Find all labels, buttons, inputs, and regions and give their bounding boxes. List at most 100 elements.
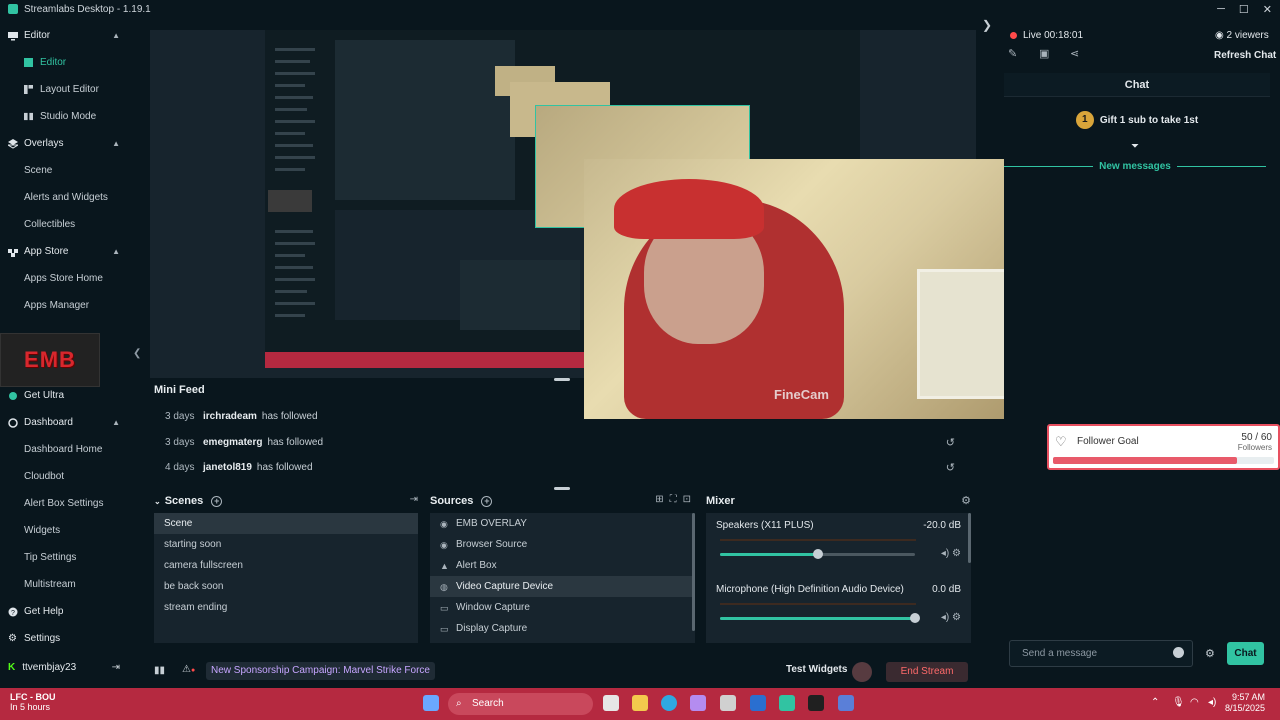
sidebar-section-overlays[interactable]: Overlays ▲ — [0, 130, 130, 157]
sidebar-section-dashboard[interactable]: Dashboard ▲ — [0, 409, 130, 436]
logout-icon[interactable]: ⇥ — [112, 662, 120, 673]
store-app-icon[interactable] — [720, 695, 736, 711]
source-item[interactable]: ▭ Display Capture — [430, 618, 695, 639]
sidebar-item-studio-mode[interactable]: Studio Mode — [0, 103, 130, 130]
taskbar-clock[interactable]: 9:57 AM 8/15/2025 — [1225, 692, 1265, 714]
sidebar-item-cloudbot[interactable]: Cloudbot — [0, 463, 130, 490]
sidebar-item-layout-editor[interactable]: Layout Editor — [0, 76, 130, 103]
chevron-up-icon[interactable]: ▲ — [112, 247, 120, 256]
source-item[interactable]: ▲ Alert Box — [430, 555, 695, 576]
chat-message-input[interactable]: Send a message — [1009, 640, 1193, 667]
sidebar-item-apps-store-home[interactable]: Apps Store Home — [0, 265, 130, 292]
sponsorship-banner[interactable]: New Sponsorship Campaign: Marvel Strike … — [206, 662, 435, 680]
follower-progress-fill — [1053, 457, 1238, 464]
group-icon[interactable]: ⛶ — [670, 494, 677, 505]
chevron-right-icon[interactable]: ❯ — [982, 18, 992, 32]
sidebar-item-apps-manager[interactable]: Apps Manager — [0, 292, 130, 319]
scene-item[interactable]: stream ending — [154, 597, 418, 618]
expand-icon[interactable]: ⏷ — [1131, 141, 1139, 152]
gift-sub-banner[interactable]: 1 Gift 1 sub to take 1st — [1004, 104, 1270, 136]
close-button[interactable]: ✕ — [1263, 3, 1272, 16]
gear-icon[interactable]: ⚙ — [952, 612, 961, 623]
windows-start-icon[interactable] — [423, 695, 439, 711]
scene-item[interactable]: be back soon — [154, 576, 418, 597]
volume-slider-speakers[interactable] — [720, 549, 915, 559]
sidebar-item-alert-box-settings[interactable]: Alert Box Settings — [0, 490, 130, 517]
sidebar-item-collectibles[interactable]: Collectibles — [0, 211, 130, 238]
task-view-icon[interactable] — [603, 695, 619, 711]
stats-icon[interactable]: ▮▮ — [154, 665, 165, 676]
drag-handle[interactable] — [554, 487, 570, 490]
scene-item[interactable]: starting soon — [154, 534, 418, 555]
file-explorer-icon[interactable] — [632, 695, 648, 711]
gear-icon[interactable]: ⚙ — [952, 548, 961, 559]
chevron-up-icon[interactable]: ▲ — [112, 31, 120, 40]
speaker-icon[interactable]: ◂) — [941, 612, 949, 623]
add-source-button[interactable]: + — [481, 495, 493, 507]
sidebar-section-get-ultra[interactable]: Get Ultra — [0, 382, 130, 409]
outlook-icon[interactable] — [750, 695, 766, 711]
speaker-icon[interactable]: ◂) — [941, 548, 949, 559]
source-item[interactable]: ◉ EMB OVERLAY — [430, 513, 695, 534]
edit-icon[interactable]: ✎ — [1008, 47, 1017, 60]
minimize-button[interactable]: ─ — [1217, 3, 1225, 15]
add-scene-button[interactable]: + — [211, 495, 223, 507]
scene-item[interactable]: camera fullscreen — [154, 555, 418, 576]
copilot-icon[interactable] — [690, 695, 706, 711]
chevron-left-icon[interactable]: ❮ — [133, 348, 141, 359]
news-widget[interactable]: LFC - BOU In 5 hours — [10, 692, 56, 712]
taskbar-search[interactable]: ⌕ Search — [448, 693, 593, 715]
edge-icon[interactable] — [661, 695, 677, 711]
follower-count: 50 / 60 — [1241, 432, 1272, 443]
window-title: Streamlabs Desktop - 1.19.1 — [24, 3, 151, 15]
sidebar-item-editor[interactable]: Editor — [0, 49, 130, 76]
tray-chevron-icon[interactable]: ⌃ — [1151, 697, 1159, 708]
source-item[interactable]: ◍ Video Capture Device — [430, 576, 695, 597]
sidebar-item-multistream[interactable]: Multistream — [0, 571, 130, 598]
replay-icon[interactable]: ↺ — [946, 436, 955, 449]
gear-icon[interactable]: ⚙ — [961, 494, 971, 507]
chat-send-button[interactable]: Chat — [1227, 642, 1264, 665]
sidebar-item-widgets[interactable]: Widgets — [0, 517, 130, 544]
volume-knob[interactable] — [812, 549, 823, 559]
share-icon[interactable]: ⋖ — [1070, 47, 1079, 60]
chevron-up-icon[interactable]: ▲ — [112, 418, 120, 427]
test-widgets-toggle[interactable] — [852, 662, 872, 682]
refresh-chat-button[interactable]: Refresh Chat — [1214, 50, 1276, 61]
notification-icon[interactable]: ⚠● — [182, 664, 195, 675]
scene-item[interactable]: Scene — [154, 513, 418, 534]
folder-add-icon[interactable]: ⊞ — [655, 494, 663, 505]
sidebar-section-settings[interactable]: ⚙ Settings — [0, 625, 130, 652]
end-stream-button[interactable]: End Stream — [886, 662, 968, 682]
replay-icon[interactable]: ↺ — [946, 461, 955, 474]
microphone-icon[interactable]: 🎙 — [1172, 697, 1185, 708]
sidebar-section-app-store[interactable]: App Store ▲ — [0, 238, 130, 265]
scene-transition-icon[interactable]: ⇥ — [410, 494, 418, 505]
volume-slider-microphone[interactable] — [720, 613, 920, 623]
sidebar-item-tip-settings[interactable]: Tip Settings — [0, 544, 130, 571]
add-folder-icon[interactable]: ⊡ — [683, 494, 691, 505]
sidebar-section-get-help[interactable]: ? Get Help — [0, 598, 130, 625]
sidebar-item-scene[interactable]: Scene — [0, 157, 130, 184]
epic-games-icon[interactable] — [808, 695, 824, 711]
chevron-down-icon[interactable]: ⌄ — [154, 497, 161, 506]
user-row[interactable]: K ttvembjay23 ⇥ — [0, 656, 130, 678]
mixer-scrollbar[interactable] — [968, 513, 971, 563]
wifi-icon[interactable]: ◠ — [1190, 697, 1199, 708]
chevron-up-icon[interactable]: ▲ — [112, 139, 120, 148]
streamlabs-taskbar-icon[interactable] — [779, 695, 795, 711]
sidebar-item-dashboard-home[interactable]: Dashboard Home — [0, 436, 130, 463]
source-item[interactable]: ◉ Browser Source — [430, 534, 695, 555]
volume-knob[interactable] — [910, 613, 920, 623]
settings-app-icon[interactable] — [838, 695, 854, 711]
emoji-icon[interactable] — [1173, 647, 1184, 658]
source-item[interactable]: ▭ Window Capture — [430, 597, 695, 618]
maximize-button[interactable]: ☐ — [1239, 3, 1249, 16]
gear-icon[interactable]: ⚙ — [1205, 647, 1215, 660]
clip-icon[interactable]: ▣ — [1039, 47, 1049, 60]
drag-handle[interactable] — [554, 378, 570, 381]
sidebar-section-editor[interactable]: Editor ▲ — [0, 22, 130, 49]
sources-scrollbar[interactable] — [692, 513, 695, 631]
volume-icon[interactable]: ◂) — [1208, 697, 1216, 708]
sidebar-item-alerts-widgets[interactable]: Alerts and Widgets — [0, 184, 130, 211]
